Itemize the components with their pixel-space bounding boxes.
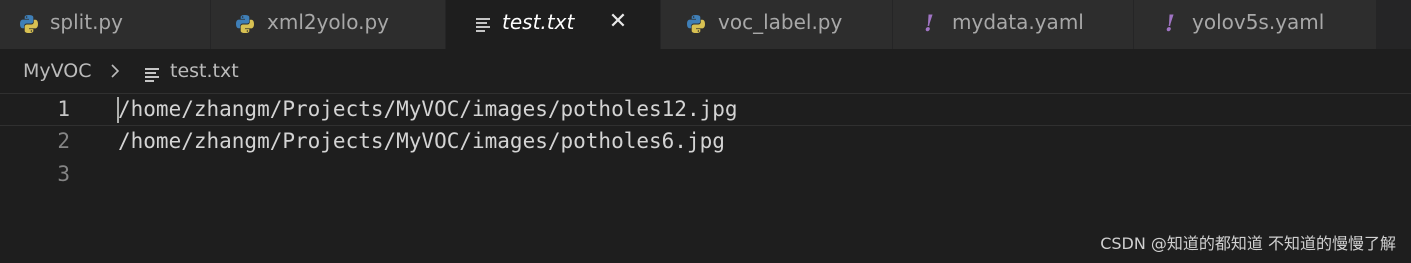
line-number: 3 — [57, 162, 70, 186]
close-tab-button[interactable]: ✕ — [605, 8, 631, 34]
tab-test-txt[interactable]: test.txt ✕ — [446, 0, 661, 49]
line-text[interactable]: /home/zhangm/Projects/MyVOC/images/potho… — [118, 94, 738, 125]
python-icon — [234, 13, 256, 35]
breadcrumb-file[interactable]: test.txt — [170, 58, 239, 84]
python-icon — [18, 13, 40, 35]
tab-label: yolov5s.yaml — [1192, 10, 1325, 34]
tab-bar: split.py xml2yolo.py test.txt ✕ voc_labe… — [0, 0, 1411, 49]
tab-voc-label-py[interactable]: voc_label.py — [661, 0, 893, 49]
tab-label: mydata.yaml — [952, 10, 1084, 34]
yaml-icon: ! — [924, 11, 934, 37]
chevron-right-icon — [108, 58, 122, 91]
editor-line[interactable]: 1 /home/zhangm/Projects/MyVOC/images/pot… — [0, 93, 1411, 126]
tab-mydata-yaml[interactable]: ! mydata.yaml — [893, 0, 1134, 49]
tab-label: split.py — [50, 10, 123, 34]
tab-label: voc_label.py — [718, 10, 843, 34]
text-file-icon — [472, 13, 494, 35]
tab-label: xml2yolo.py — [267, 10, 390, 34]
tab-xml2yolo-py[interactable]: xml2yolo.py — [211, 0, 446, 49]
tab-yolov5s-yaml[interactable]: ! yolov5s.yaml — [1134, 0, 1377, 49]
breadcrumb: MyVOC test.txt — [0, 49, 1411, 93]
line-number: 2 — [57, 129, 70, 153]
editor-line[interactable]: 3 — [0, 159, 1411, 192]
tab-split-py[interactable]: split.py — [0, 0, 211, 49]
tab-label: test.txt — [502, 10, 575, 34]
editor-line[interactable]: 2 /home/zhangm/Projects/MyVOC/images/pot… — [0, 126, 1411, 159]
breadcrumb-folder[interactable]: MyVOC — [23, 58, 92, 84]
text-file-icon — [144, 63, 160, 89]
yaml-icon: ! — [1165, 11, 1175, 37]
python-icon — [685, 13, 707, 35]
line-text[interactable]: /home/zhangm/Projects/MyVOC/images/potho… — [118, 126, 725, 157]
watermark: CSDN @知道的都知道 不知道的慢慢了解 — [1100, 234, 1396, 253]
editor-window: split.py xml2yolo.py test.txt ✕ voc_labe… — [0, 0, 1411, 263]
line-number: 1 — [57, 97, 70, 121]
